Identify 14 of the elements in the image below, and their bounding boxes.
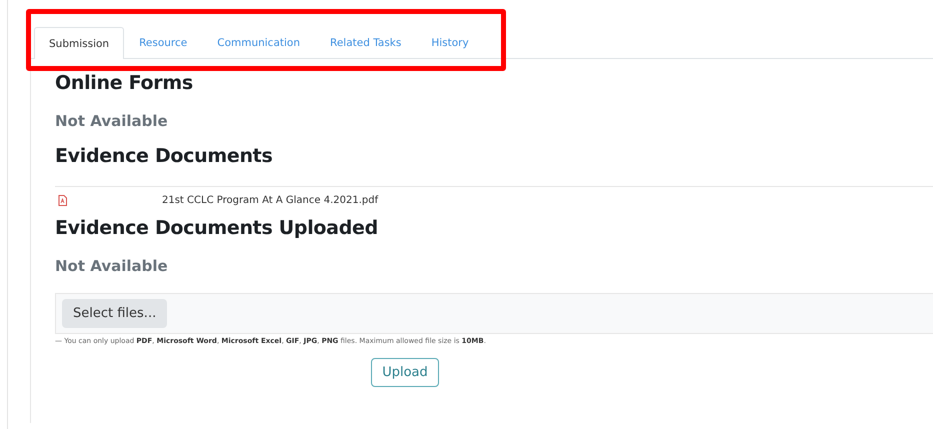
status-text: Not Available (55, 112, 169, 130)
tab[interactable]: Related Tasks (315, 27, 416, 58)
section-heading: Evidence Documents (55, 145, 274, 167)
tab[interactable]: Resource (124, 27, 202, 58)
status-text: Not Available (55, 257, 169, 275)
file-link[interactable]: 21st CCLC Program At A Glance 4.2021.pdf (162, 194, 378, 206)
tab[interactable]: Submission (34, 27, 124, 59)
select-files-button[interactable]: Select files... (62, 299, 168, 328)
upload-button[interactable]: Upload (371, 358, 439, 387)
tab[interactable]: History (416, 27, 484, 58)
tab[interactable]: Communication (202, 27, 315, 58)
pdf-file-icon (58, 194, 67, 206)
section-heading: Online Forms (55, 72, 194, 94)
section-heading: Evidence Documents Uploaded (55, 217, 379, 239)
